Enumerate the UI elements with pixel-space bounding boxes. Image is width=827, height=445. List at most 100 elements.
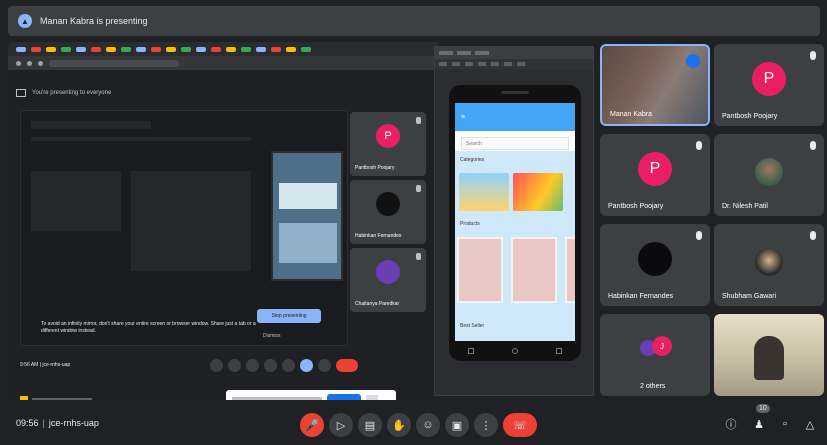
- avatar: [376, 192, 400, 216]
- participant-tile[interactable]: Manan Kabra: [600, 44, 710, 126]
- meeting-details: 09:56 | jce-rnhs-uap: [16, 418, 99, 428]
- product-card[interactable]: [511, 237, 557, 303]
- app-screen: ≡ Search Categories Products Best Seller: [455, 103, 575, 341]
- dismiss-button[interactable]: Dismiss: [263, 333, 281, 339]
- inner-control-bar: 9:56 AM | jce-rnhs-uap: [20, 354, 430, 376]
- people-icon[interactable]: ♟: [752, 417, 766, 431]
- participant-name: Dr. Nilesh Patil: [722, 203, 768, 210]
- product-card[interactable]: [565, 237, 575, 303]
- infinity-mirror-tip: To avoid an infinity mirror, don't share…: [41, 321, 256, 334]
- phone-frame: ≡ Search Categories Products Best Seller: [449, 85, 581, 361]
- chat-icon[interactable]: ▫: [778, 417, 792, 431]
- browser-tab-strip: [8, 42, 438, 56]
- avatar: J: [652, 336, 672, 356]
- raise-hand-icon[interactable]: ✋: [387, 413, 411, 437]
- participant-name: 2 others: [640, 383, 666, 390]
- emoji-icon: [282, 358, 296, 372]
- mic-off-icon: [416, 253, 421, 260]
- section-title: Products: [460, 221, 480, 227]
- inner-stop-presenting-button[interactable]: Stop presenting: [257, 309, 321, 323]
- download-item[interactable]: [20, 394, 104, 400]
- section-title: Best Seller: [460, 323, 485, 329]
- captions-icon: [246, 358, 260, 372]
- android-nav-bar: [449, 345, 581, 357]
- mirrored-screen: Stop presenting To avoid an infinity mir…: [20, 110, 348, 346]
- hide-button[interactable]: [366, 395, 378, 400]
- captions-icon[interactable]: ▤: [358, 413, 382, 437]
- raise-hand-icon: [264, 358, 278, 372]
- menu-icon[interactable]: ≡: [461, 114, 465, 121]
- inner-meeting-info: 9:56 AM | jce-rnhs-uap: [20, 362, 71, 368]
- file-icon: [20, 396, 28, 400]
- mic-off-icon: [696, 141, 702, 150]
- camera-icon[interactable]: ▷: [329, 413, 353, 437]
- mirrored-phone: [271, 151, 343, 281]
- participant-name: Shubham Gawari: [722, 293, 777, 300]
- category-card[interactable]: [459, 173, 509, 211]
- mic-icon: [210, 358, 224, 372]
- participant-name: Pantbosh Poojary: [355, 165, 395, 171]
- activities-icon[interactable]: △: [803, 417, 817, 431]
- participant-tile[interactable]: Shubham Gawari: [714, 224, 824, 306]
- mic-off-icon: [810, 231, 816, 240]
- participant-name: Habinkan Fernandes: [608, 293, 673, 300]
- participant-name: Chaitanya Paredkar: [355, 301, 400, 307]
- more-icon: [318, 358, 332, 372]
- others-tile[interactable]: J 2 others: [600, 314, 710, 396]
- mic-off-icon: [416, 185, 421, 192]
- speaking-indicator-icon: [686, 54, 700, 68]
- app-bar: ≡: [455, 103, 575, 131]
- more-icon[interactable]: ⋮: [474, 413, 498, 437]
- category-card[interactable]: [513, 173, 563, 211]
- inner-tile: Chaitanya Paredkar: [350, 248, 426, 312]
- avatar: [755, 248, 783, 276]
- participant-tile[interactable]: Habinkan Fernandes: [600, 224, 710, 306]
- participant-name: Habinkan Fernandes: [355, 233, 402, 239]
- screen-share-bar: [226, 390, 396, 400]
- participant-tile[interactable]: [714, 314, 824, 396]
- avatar: P: [376, 124, 400, 148]
- section-title: Categories: [460, 157, 485, 163]
- shared-screen: You're presenting to everyone Stop prese…: [8, 42, 594, 400]
- end-call-icon[interactable]: ☏: [503, 413, 537, 437]
- meeting-control-bar: 09:56 | jce-rnhs-uap 🎤 ▷ ▤ ✋ ☺ ▣ ⋮ ☏ ⓘ ♟ 1…: [0, 404, 827, 445]
- avatar: P: [638, 152, 672, 186]
- avatar: [376, 260, 400, 284]
- present-icon: [16, 89, 26, 97]
- meeting-time: 09:56: [16, 418, 39, 428]
- product-card[interactable]: [457, 237, 503, 303]
- inner-tile: Habinkan Fernandes: [350, 180, 426, 244]
- mic-off-icon: [810, 51, 816, 60]
- people-count-badge: 10: [756, 404, 770, 413]
- present-icon[interactable]: ▣: [445, 413, 469, 437]
- recents-icon[interactable]: [556, 348, 562, 354]
- mic-off-icon: [810, 141, 816, 150]
- mic-off-icon: [696, 231, 702, 240]
- browser-url-bar: [8, 56, 438, 70]
- meeting-code: jce-rnhs-uap: [48, 418, 99, 428]
- end-call-icon: [336, 358, 359, 372]
- meet-window: ▲ Manan Kabra is presenting You're prese…: [0, 0, 827, 445]
- avatar: [755, 158, 783, 186]
- back-icon[interactable]: [468, 348, 474, 354]
- android-emulator-window: ≡ Search Categories Products Best Seller: [434, 46, 594, 396]
- presenting-notice-text: You're presenting to everyone: [32, 90, 112, 96]
- avatar: P: [752, 62, 786, 96]
- presenting-notice: You're presenting to everyone: [16, 84, 436, 102]
- participant-tile[interactable]: P Pantbosh Poojary: [714, 44, 824, 126]
- participant-tile[interactable]: Dr. Nilesh Patil: [714, 134, 824, 216]
- participant-person: [754, 336, 784, 380]
- emoji-icon[interactable]: ☺: [416, 413, 440, 437]
- participant-name: Pantbosh Poojary: [722, 113, 778, 120]
- camera-icon: [228, 358, 242, 372]
- present-icon: ▲: [18, 14, 32, 28]
- stop-sharing-button[interactable]: [327, 393, 361, 400]
- info-icon[interactable]: ⓘ: [724, 417, 738, 431]
- participant-name: Manan Kabra: [610, 111, 653, 118]
- inner-tile: P Pantbosh Poojary: [350, 112, 426, 176]
- app-search-input[interactable]: Search: [461, 137, 569, 150]
- home-icon[interactable]: [512, 348, 518, 354]
- present-icon: [300, 358, 314, 372]
- mic-off-icon[interactable]: 🎤: [300, 413, 324, 437]
- participant-tile[interactable]: P Pantbosh Poojary: [600, 134, 710, 216]
